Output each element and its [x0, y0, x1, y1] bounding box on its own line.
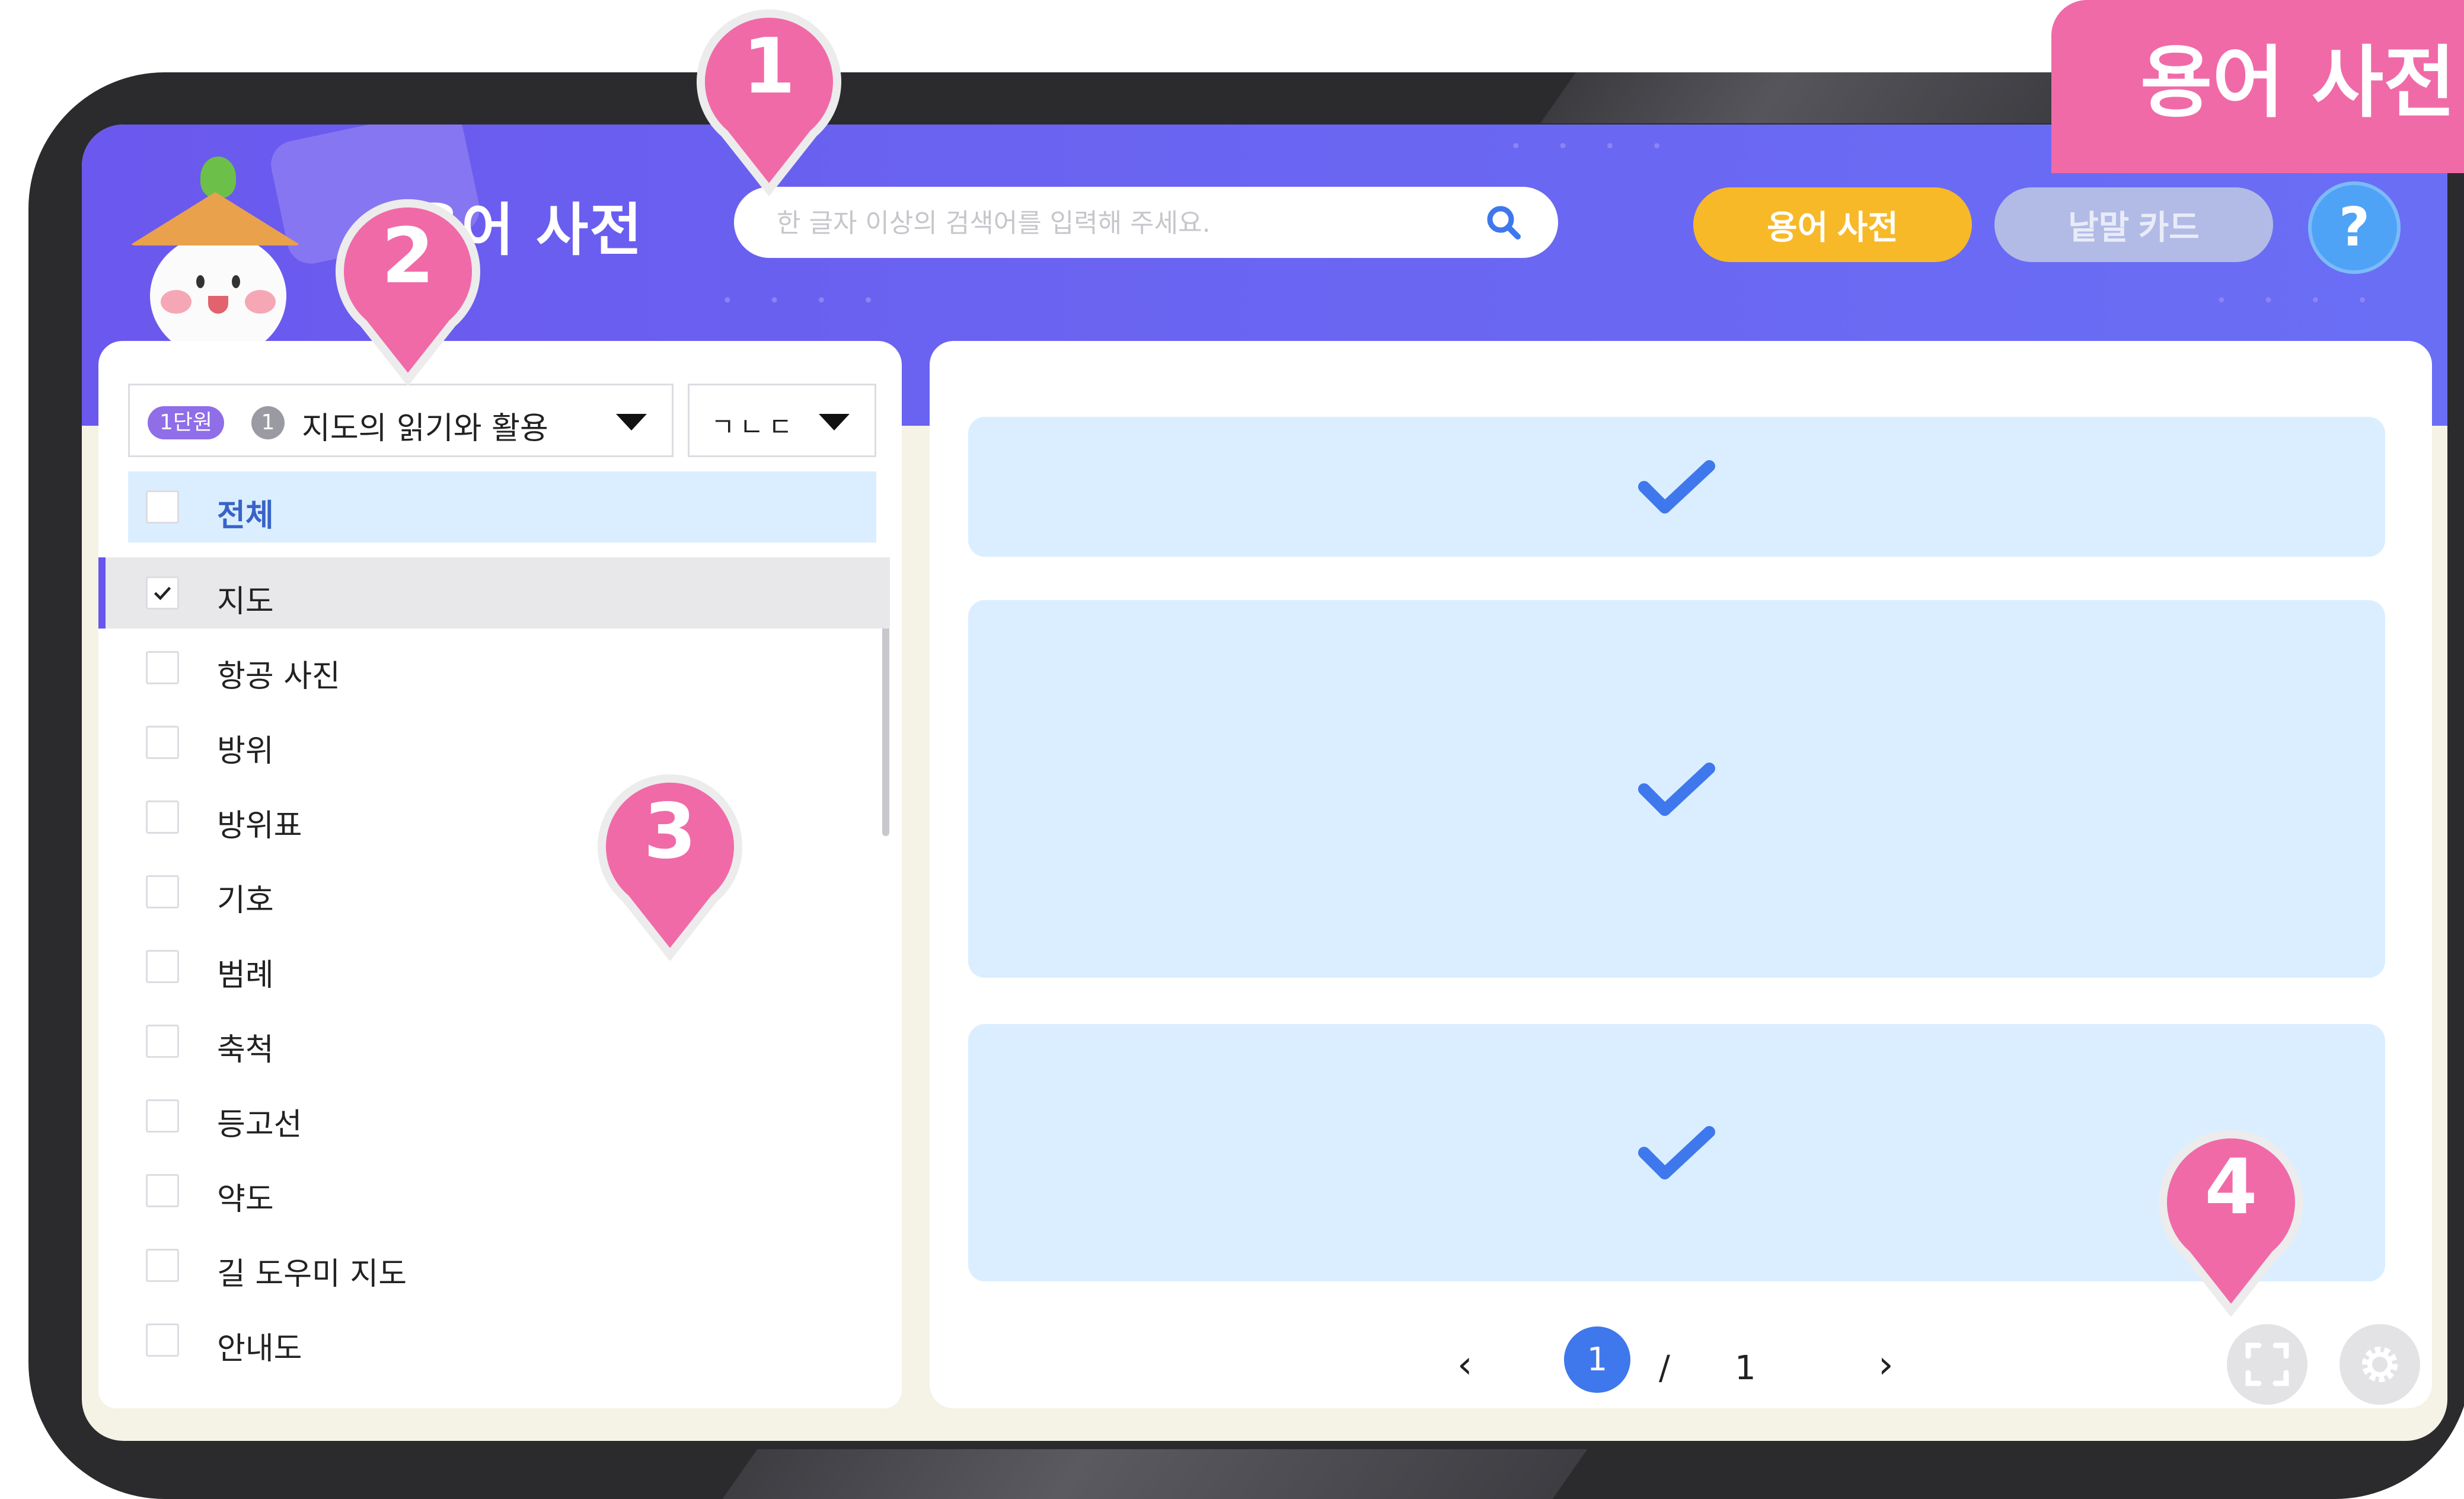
prev-page-button[interactable]: ‹	[1457, 1343, 1473, 1387]
sort-value: ㄱㄴㄷ	[711, 412, 797, 442]
settings-button[interactable]	[2339, 1324, 2420, 1405]
dictionary-button[interactable]: 용어 사전	[1693, 187, 1972, 262]
select-all-row[interactable]: 전체	[128, 471, 876, 543]
decor-dots: • • • •	[2216, 291, 2383, 311]
callout-pin-3: 3	[590, 771, 750, 962]
select-all-label: 전체	[217, 498, 274, 534]
help-button[interactable]: ?	[2308, 181, 2401, 274]
term-checkbox[interactable]	[146, 651, 179, 684]
corner-title-tag: 용어 사전	[2051, 0, 2464, 173]
term-label: 지도	[217, 584, 274, 620]
decor-dots: • • • •	[722, 291, 889, 311]
callout-number: 3	[643, 787, 697, 876]
term-list-item[interactable]: 항공 사진	[98, 632, 890, 703]
total-pages: 1	[1735, 1349, 1756, 1388]
check-icon	[1638, 460, 1715, 514]
term-list-item[interactable]: 방위표	[98, 782, 890, 853]
check-icon	[154, 586, 171, 601]
search-icon[interactable]	[1485, 203, 1523, 241]
select-all-checkbox[interactable]	[146, 490, 179, 524]
lesson-number-badge: 1	[251, 406, 285, 439]
term-label: 약도	[217, 1182, 274, 1217]
term-checkbox[interactable]	[146, 1174, 179, 1207]
term-list-item[interactable]: 길 도우미 지도	[98, 1230, 890, 1301]
gear-icon	[2362, 1347, 2398, 1382]
term-checkbox[interactable]	[146, 1099, 179, 1133]
term-label: 기호	[217, 883, 274, 918]
unit-badge: 1단원	[148, 406, 225, 439]
check-icon	[1638, 1126, 1715, 1179]
term-label: 범례	[217, 958, 274, 993]
unit-title: 지도의 읽기와 활용	[302, 411, 548, 446]
caret-down-icon	[616, 414, 647, 430]
term-checkbox[interactable]	[146, 800, 179, 834]
decor-dots: • • • •	[1511, 136, 1678, 157]
term-label: 항공 사진	[217, 659, 340, 694]
term-label: 방위표	[217, 808, 302, 844]
term-checkbox[interactable]	[146, 875, 179, 908]
fullscreen-icon	[2245, 1342, 2289, 1386]
term-label: 길 도우미 지도	[217, 1256, 407, 1292]
caret-down-icon	[819, 414, 850, 430]
term-checkbox[interactable]	[146, 1323, 179, 1357]
current-page[interactable]: 1	[1564, 1326, 1630, 1393]
word-card-button[interactable]: 낱말 카드	[1994, 187, 2273, 262]
term-list-item[interactable]: 범례	[98, 931, 890, 1002]
term-list-item[interactable]: 안내도	[98, 1305, 890, 1376]
term-list-item[interactable]: 축척	[98, 1006, 890, 1077]
term-label: 안내도	[217, 1331, 302, 1367]
callout-number: 2	[381, 212, 435, 301]
term-label: 등고선	[217, 1107, 302, 1143]
term-list-item[interactable]: 등고선	[98, 1080, 890, 1152]
term-label: 축척	[217, 1032, 274, 1068]
page-separator: /	[1659, 1349, 1670, 1388]
term-card[interactable]	[968, 417, 2385, 557]
search-box[interactable]	[734, 187, 1558, 258]
term-checkbox[interactable]	[146, 950, 179, 983]
term-card[interactable]	[968, 600, 2385, 978]
term-list-item[interactable]: 기호	[98, 856, 890, 927]
unit-dropdown[interactable]: 1단원 1 지도의 읽기와 활용	[128, 384, 674, 457]
term-label: 방위	[217, 733, 274, 769]
frame-reflection	[722, 1449, 1588, 1499]
search-input[interactable]	[775, 203, 1460, 243]
term-list-item[interactable]: 방위	[98, 707, 890, 778]
callout-pin-2: 2	[328, 196, 488, 387]
callout-pin-4: 4	[2151, 1127, 2311, 1318]
term-checkbox[interactable]	[146, 1025, 179, 1058]
fullscreen-button[interactable]	[2227, 1324, 2307, 1405]
mascot-logo	[129, 139, 307, 364]
next-page-button[interactable]: ›	[1878, 1343, 1894, 1387]
check-icon	[1638, 762, 1715, 816]
callout-number: 4	[2204, 1143, 2258, 1232]
callout-pin-1: 1	[689, 6, 849, 197]
term-checkbox[interactable]	[146, 576, 179, 610]
term-checkbox[interactable]	[146, 726, 179, 759]
term-checkbox[interactable]	[146, 1249, 179, 1282]
term-list-item[interactable]: 지도	[98, 557, 890, 629]
frame-reflection	[1540, 72, 2110, 123]
term-list-panel: 1단원 1 지도의 읽기와 활용 ㄱㄴㄷ 전체 지도항공 사진방위방위표기호범례…	[98, 341, 902, 1408]
sort-dropdown[interactable]: ㄱㄴㄷ	[688, 384, 876, 457]
term-list-item[interactable]: 약도	[98, 1155, 890, 1226]
callout-number: 1	[742, 23, 796, 111]
